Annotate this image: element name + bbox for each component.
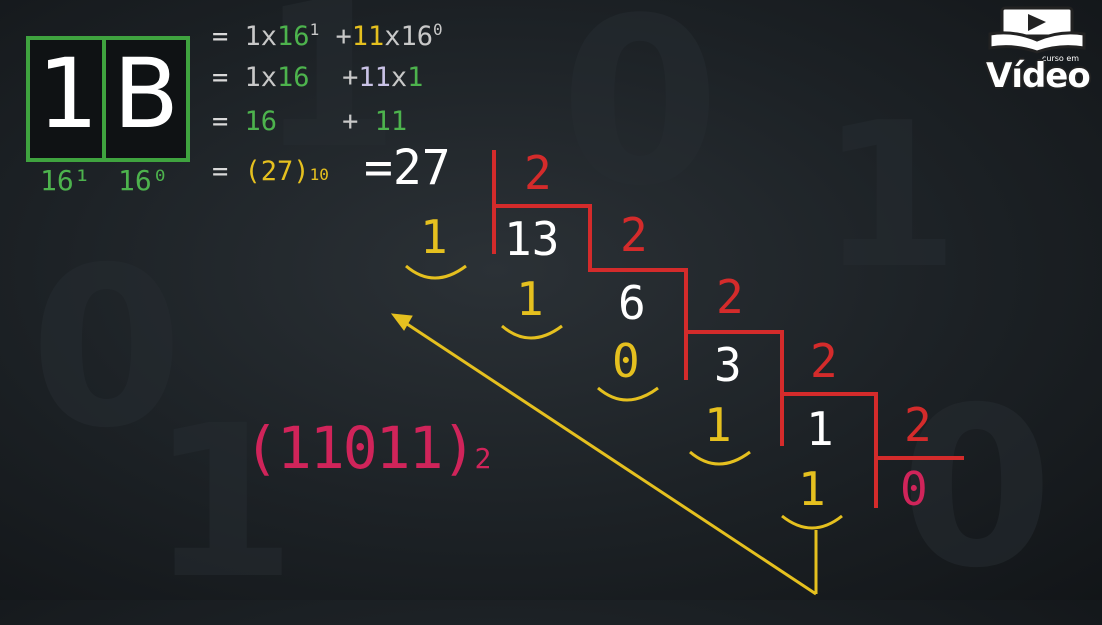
remainder-1: 1: [420, 210, 448, 264]
binary-base-subscript: 2: [474, 442, 491, 475]
divisor-5: 2: [904, 398, 932, 452]
divisor-3: 2: [716, 270, 744, 324]
remainder-4: 1: [704, 398, 732, 452]
quotient-1: 1: [806, 402, 834, 456]
binary-value: (11011): [244, 414, 476, 482]
quotient-13: 13: [504, 212, 560, 266]
remainder-3: 0: [612, 334, 640, 388]
binary-result: (11011)2: [244, 414, 491, 482]
division-staircase: [492, 150, 964, 508]
remainder-2: 1: [516, 272, 544, 326]
quotient-3: 3: [714, 338, 742, 392]
remainder-5: 1: [798, 462, 826, 516]
final-quotient-0: 0: [900, 462, 928, 516]
divisor-1: 2: [524, 146, 552, 200]
divisor-2: 2: [620, 208, 648, 262]
quotient-6: 6: [618, 276, 646, 330]
divisor-4: 2: [810, 334, 838, 388]
division-lines: [390, 150, 964, 596]
